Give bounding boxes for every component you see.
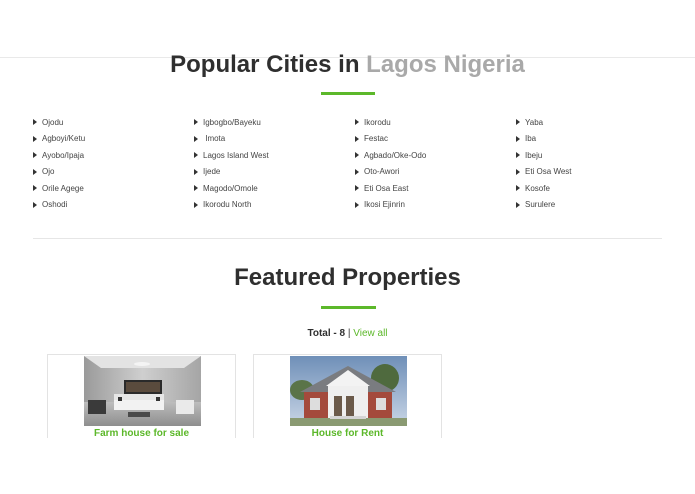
city-link[interactable]: Orile Agege	[33, 180, 183, 197]
city-link[interactable]: Agbado/Oke-Odo	[355, 147, 505, 164]
caret-right-icon	[33, 168, 37, 175]
city-link[interactable]: Ijede	[194, 164, 344, 181]
city-link-label: Oshodi	[42, 200, 68, 210]
city-link-label: Ojodu	[42, 117, 64, 127]
city-link[interactable]: Iba	[516, 131, 666, 148]
caret-right-icon	[355, 119, 359, 126]
city-link-label: Ikorodu	[364, 117, 391, 127]
city-link-label: Yaba	[525, 117, 544, 127]
city-link-label: Ojo	[42, 167, 55, 177]
property-photo-house[interactable]	[290, 356, 407, 426]
city-link-label: Eti Osa East	[364, 183, 409, 193]
city-link[interactable]: Kosofe	[516, 180, 666, 197]
featured-total-count: Total - 8	[307, 328, 346, 339]
property-card[interactable]: Farm house for sale	[47, 354, 236, 439]
property-title[interactable]: House for Rent	[254, 428, 441, 439]
living-room-image	[84, 356, 201, 426]
city-link[interactable]: Magodo/Omole	[194, 180, 344, 197]
caret-right-icon	[516, 201, 520, 208]
popular-cities-heading: Popular Cities in Lagos Nigeria	[0, 50, 695, 80]
city-link-label: Ibeju	[525, 150, 543, 160]
caret-right-icon	[516, 168, 520, 175]
city-link-label: Ikorodu North	[203, 200, 252, 210]
popular-cities-heading-main: Popular Cities in	[170, 51, 360, 78]
city-link[interactable]: Ojo	[33, 164, 183, 181]
city-link[interactable]: Oshodi	[33, 197, 183, 214]
caret-right-icon	[33, 185, 37, 192]
city-link[interactable]: Ojodu	[33, 114, 183, 131]
city-link-label: Ikosi Ejinrin	[364, 200, 405, 210]
caret-right-icon	[194, 135, 198, 142]
caret-right-icon	[33, 119, 37, 126]
caret-right-icon	[516, 185, 520, 192]
view-all-link[interactable]: View all	[353, 328, 387, 339]
city-column-2: Igbogbo/Bayeku Imota Lagos Island West I…	[194, 114, 344, 213]
city-link-label: Iba	[525, 134, 537, 144]
heading-underline	[321, 92, 375, 95]
city-link[interactable]: Ibeju	[516, 147, 666, 164]
city-link-label: Ijede	[203, 167, 221, 177]
city-link[interactable]: Ayobo/Ipaja	[33, 147, 183, 164]
city-link-label: Festac	[364, 134, 389, 144]
house-exterior-image	[290, 356, 407, 426]
city-link-label: Magodo/Omole	[203, 183, 258, 193]
property-title[interactable]: Farm house for sale	[48, 428, 235, 439]
city-link-label: Ayobo/Ipaja	[42, 150, 85, 160]
section-divider	[33, 238, 662, 239]
popular-cities-heading-location: Lagos Nigeria	[366, 51, 525, 78]
city-link[interactable]: Surulere	[516, 197, 666, 214]
total-separator: |	[347, 328, 351, 339]
caret-right-icon	[33, 201, 37, 208]
featured-total-line: Total - 8 | View all	[0, 327, 695, 340]
city-link-label: Surulere	[525, 200, 556, 210]
caret-right-icon	[194, 152, 198, 159]
caret-right-icon	[194, 185, 198, 192]
caret-right-icon	[355, 201, 359, 208]
city-link-label: Agbado/Oke-Odo	[364, 150, 427, 160]
caret-right-icon	[355, 168, 359, 175]
city-link-label: Oto-Awori	[364, 167, 400, 177]
city-link[interactable]: Agboyi/Ketu	[33, 131, 183, 148]
city-link-label: Lagos Island West	[203, 150, 269, 160]
city-link[interactable]: Yaba	[516, 114, 666, 131]
city-link-label: Orile Agege	[42, 183, 84, 193]
page: Popular Cities in Lagos Nigeria Ojodu Ag…	[0, 0, 695, 494]
city-column-3: Ikorodu Festac Agbado/Oke-Odo Oto-Awori …	[355, 114, 505, 213]
city-link[interactable]: Igbogbo/Bayeku	[194, 114, 344, 131]
property-photo-living-room[interactable]	[84, 356, 201, 426]
city-link-label: Kosofe	[525, 183, 550, 193]
caret-right-icon	[516, 152, 520, 159]
caret-right-icon	[355, 152, 359, 159]
city-link-label: Agboyi/Ketu	[42, 134, 86, 144]
caret-right-icon	[516, 135, 520, 142]
caret-right-icon	[33, 152, 37, 159]
city-link[interactable]: Imota	[194, 131, 344, 148]
city-link[interactable]: Eti Osa West	[516, 164, 666, 181]
city-link[interactable]: Lagos Island West	[194, 147, 344, 164]
city-link[interactable]: Ikorodu North	[194, 197, 344, 214]
city-column-4: Yaba Iba Ibeju Eti Osa West Kosofe Surul…	[516, 114, 666, 213]
caret-right-icon	[33, 135, 37, 142]
heading-underline	[321, 306, 376, 309]
caret-right-icon	[194, 201, 198, 208]
city-link[interactable]: Ikorodu	[355, 114, 505, 131]
caret-right-icon	[516, 119, 520, 126]
city-link[interactable]: Eti Osa East	[355, 180, 505, 197]
city-link[interactable]: Festac	[355, 131, 505, 148]
city-link[interactable]: Oto-Awori	[355, 164, 505, 181]
featured-properties-heading: Featured Properties	[234, 264, 461, 291]
city-link-label: Eti Osa West	[525, 167, 572, 177]
caret-right-icon	[355, 185, 359, 192]
city-link-label: Imota	[203, 134, 226, 144]
property-card[interactable]: House for Rent	[253, 354, 442, 439]
city-link-label: Igbogbo/Bayeku	[203, 117, 261, 127]
caret-right-icon	[194, 168, 198, 175]
city-column-1: Ojodu Agboyi/Ketu Ayobo/Ipaja Ojo Orile …	[33, 114, 183, 213]
city-link[interactable]: Ikosi Ejinrin	[355, 197, 505, 214]
caret-right-icon	[194, 119, 198, 126]
caret-right-icon	[355, 135, 359, 142]
